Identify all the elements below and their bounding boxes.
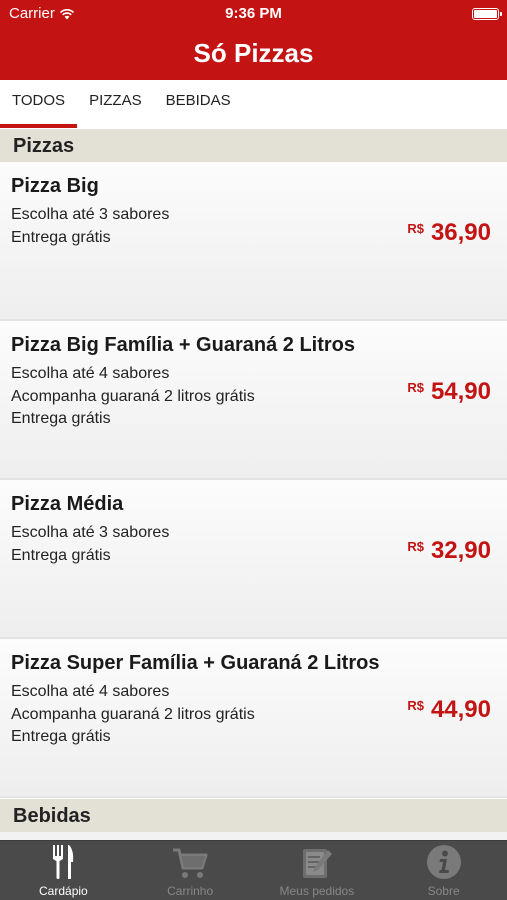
price-currency: R$	[407, 380, 424, 395]
battery-icon	[472, 8, 502, 20]
tab-bebidas[interactable]: BEBIDAS	[154, 80, 243, 128]
price-currency: R$	[407, 221, 424, 236]
price-value: 44,90	[430, 696, 491, 723]
fork-knife-icon	[53, 845, 74, 879]
price-value: 54,90	[430, 378, 491, 405]
item-name: Pizza Super Família + Guaraná 2 Litros	[11, 652, 380, 674]
category-tabs: TODOS PIZZAS BEBIDAS	[0, 80, 507, 128]
item-description: Entrega grátis	[11, 728, 111, 745]
item-price: R$ 54,90	[407, 378, 491, 406]
item-description: Entrega grátis	[11, 410, 111, 427]
item-price: R$ 44,90	[407, 696, 491, 724]
tab-todos[interactable]: TODOS	[0, 80, 78, 128]
info-icon	[426, 845, 461, 879]
menu-list[interactable]: Pizzas Pizza Big Escolha até 3 sabores E…	[0, 128, 507, 840]
item-name: Pizza Big	[11, 175, 99, 197]
cart-icon	[173, 848, 208, 878]
status-bar: Carrier 9:36 PM	[0, 0, 507, 28]
section-header-bebidas: Bebidas	[0, 798, 507, 832]
menu-item[interactable]: Pizza Média Escolha até 3 sabores Entreg…	[0, 480, 507, 639]
price-value: 36,90	[430, 219, 491, 246]
section-header-pizzas: Pizzas	[0, 128, 507, 162]
item-name: Pizza Big Família + Guaraná 2 Litros	[11, 334, 355, 356]
menu-item[interactable]: Pizza Super Família + Guaraná 2 Litros E…	[0, 639, 507, 798]
price-value: 32,90	[430, 537, 491, 564]
tab-pizzas[interactable]: PIZZAS	[77, 80, 154, 128]
menu-item[interactable]: Pizza Big Família + Guaraná 2 Litros Esc…	[0, 321, 507, 480]
tabbar-label: Sobre	[427, 884, 460, 898]
tabbar-label: Meus pedidos	[279, 884, 355, 898]
bottom-tab-bar: Cardápio Carrinho Meus pedidos Sobre	[0, 840, 507, 900]
item-name: Pizza Média	[11, 493, 124, 515]
tabbar-item-meus-pedidos[interactable]: Meus pedidos	[254, 841, 381, 900]
tabbar-label: Cardápio	[39, 884, 88, 898]
status-time: 9:36 PM	[225, 5, 282, 22]
price-currency: R$	[407, 539, 424, 554]
tabbar-item-sobre[interactable]: Sobre	[380, 841, 507, 900]
price-currency: R$	[407, 698, 424, 713]
nav-bar: Só Pizzas	[0, 28, 507, 80]
menu-item[interactable]: Pizza Big Escolha até 3 sabores Entrega …	[0, 162, 507, 321]
page-title: Só Pizzas	[193, 38, 314, 68]
tabbar-label: Carrinho	[167, 884, 214, 898]
orders-icon	[302, 849, 332, 878]
item-price: R$ 36,90	[407, 219, 491, 247]
tabbar-item-carrinho[interactable]: Carrinho	[127, 841, 254, 900]
tabbar-item-cardapio[interactable]: Cardápio	[0, 841, 127, 900]
item-price: R$ 32,90	[407, 537, 491, 565]
